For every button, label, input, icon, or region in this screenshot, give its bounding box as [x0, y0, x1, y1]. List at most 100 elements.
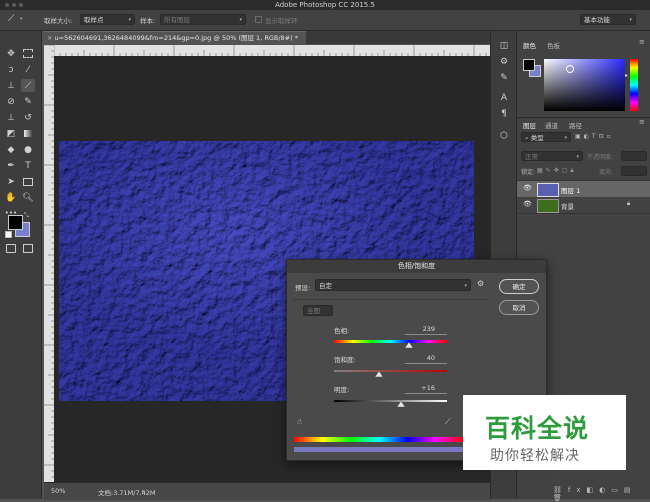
clone-stamp-tool-icon[interactable]: ⊥	[4, 111, 18, 124]
preset-options-gear-icon[interactable]: ⚙	[477, 279, 484, 288]
targeted-adjustment-hand-icon[interactable]: ☝	[297, 417, 302, 426]
lasso-tool-icon[interactable]: ↄ	[4, 63, 18, 76]
layer-thumbnail	[537, 183, 559, 197]
layer-name[interactable]: 背景	[561, 201, 574, 211]
cancel-button[interactable]: 取消	[499, 300, 539, 315]
character-panel-icon[interactable]: A	[497, 91, 511, 104]
tools-panel: ✥ ↄ ⁄ ⊥ ⟋ ⊘ ✎ ⊥ ↺ ◩ ◆ ● ✒ T ➤ ✋ 🔍︎ ••• ⤡	[0, 31, 42, 499]
foreground-color-swatch[interactable]	[8, 215, 23, 230]
swap-colors-icon[interactable]: ⤡	[24, 212, 29, 220]
hue-field-underline	[405, 334, 447, 335]
blend-mode-select[interactable]: 正常 ▾	[521, 151, 583, 161]
gradient-tool-icon[interactable]	[21, 127, 35, 140]
visibility-eye-icon[interactable]: 👁︎	[523, 184, 532, 192]
show-ring-checkbox[interactable]	[255, 16, 262, 23]
crop-tool-icon[interactable]: ⊥	[4, 79, 18, 92]
rectangle-tool-icon[interactable]	[21, 175, 35, 188]
sample-size-select[interactable]: 取样点 ▾	[80, 14, 135, 25]
hue-value[interactable]: 239	[405, 325, 435, 333]
quick-mask-icon[interactable]	[4, 242, 18, 255]
watermark-subtitle: 助你轻松解决	[490, 448, 580, 464]
tab-swatches[interactable]: 色板	[547, 40, 560, 50]
status-bar: 50% 文档:3.71M/7.42M ▸	[44, 482, 490, 500]
tab-channels[interactable]: 通道	[545, 120, 558, 130]
visibility-eye-icon[interactable]: 👁︎	[523, 200, 532, 208]
saturation-slider-track[interactable]	[334, 370, 447, 372]
zoom-tool-icon[interactable]: 🔍︎	[21, 191, 35, 204]
color-picker-cursor[interactable]	[566, 65, 574, 73]
layer-row-1[interactable]: 👁︎ 图层 1	[517, 180, 650, 198]
hue-slider-track[interactable]	[334, 340, 447, 343]
hand-tool-icon[interactable]: ✋	[4, 191, 18, 204]
foreground-color-swatch[interactable]	[523, 59, 535, 71]
eyedropper-tool-icon[interactable]: ⟋	[8, 14, 14, 24]
saturation-slider-thumb[interactable]	[375, 371, 383, 377]
opacity-field[interactable]	[621, 151, 647, 161]
lightness-label: 明度:	[334, 386, 350, 394]
saturation-label: 饱和度:	[334, 356, 356, 364]
healing-brush-tool-icon[interactable]: ⊘	[4, 95, 18, 108]
vertical-ruler[interactable]	[44, 45, 54, 482]
eyedropper-icon[interactable]: ⟋	[445, 417, 451, 427]
eraser-tool-icon[interactable]: ◩	[4, 127, 18, 140]
hue-slider-thumb[interactable]	[405, 342, 413, 348]
dodge-tool-icon[interactable]: ●	[21, 143, 35, 156]
brush-presets-panel-icon[interactable]: ✎	[497, 71, 511, 84]
default-colors-icon[interactable]	[5, 231, 12, 238]
document-tab-title: u=562604691,3626484099&fm=214&gp=0.jpg @…	[54, 34, 298, 42]
screen-mode-icon[interactable]	[21, 242, 35, 255]
workspace-select[interactable]: 基本功能 ▾	[580, 14, 636, 25]
horizontal-ruler[interactable]	[54, 45, 490, 56]
history-brush-tool-icon[interactable]: ↺	[21, 111, 35, 124]
3d-panel-icon[interactable]: ⬡	[497, 129, 511, 142]
zoom-level[interactable]: 50%	[51, 487, 65, 495]
pen-tool-icon[interactable]: ✒	[4, 159, 18, 172]
output-hue-bar	[294, 447, 464, 452]
window-title: Adobe Photoshop CC 2015.5	[275, 1, 375, 9]
hue-slider-handle-icon[interactable]: ▸	[625, 72, 628, 79]
paragraph-panel-icon[interactable]: ¶	[497, 107, 511, 120]
preset-select[interactable]: 自定 ▾	[315, 279, 471, 291]
lock-icons[interactable]: ▦✎✥▢🔒︎	[537, 167, 577, 175]
tab-paths[interactable]: 路径	[569, 120, 582, 130]
eyedropper-tool-icon[interactable]: ⟋	[21, 79, 35, 92]
dialog-title: 色相/饱和度	[287, 260, 546, 273]
watermark-title: 百科全说	[485, 414, 590, 443]
properties-panel-icon[interactable]: ⚙	[497, 55, 511, 68]
layers-menu-icon[interactable]: ≡	[639, 118, 645, 126]
fill-field[interactable]	[621, 166, 647, 176]
hue-slider[interactable]	[630, 59, 638, 111]
history-panel-icon[interactable]: ◫	[497, 39, 511, 52]
blur-tool-icon[interactable]: ◆	[4, 143, 18, 156]
close-tab-icon[interactable]: ×	[44, 34, 52, 42]
layer-name[interactable]: 图层 1	[561, 185, 580, 195]
options-bar: ⟋ ▾ 取样大小: 取样点 ▾ 样本: 所有图层 ▾ 显示取样环 基本功能 ▾	[0, 10, 650, 31]
type-tool-icon[interactable]: T	[21, 159, 35, 172]
sample-select[interactable]: 所有图层 ▾	[160, 14, 246, 25]
panel-menu-icon[interactable]: ≡	[639, 38, 645, 46]
status-arrow-icon[interactable]: ▸	[142, 487, 145, 495]
ok-button[interactable]: 确定	[499, 279, 539, 294]
sample-size-label: 取样大小:	[44, 17, 73, 25]
layer-kind-filter[interactable]: ⌕ 类型 ▾	[521, 132, 571, 142]
lightness-value[interactable]: +16	[405, 384, 435, 392]
sample-label: 样本:	[140, 17, 156, 25]
tool-preset-chevron-icon[interactable]: ▾	[20, 16, 23, 22]
layer-actions[interactable]: ⛓fx◧◐▭▤🗑︎	[553, 486, 650, 502]
brush-tool-icon[interactable]: ✎	[21, 95, 35, 108]
layer-row-background[interactable]: 👁︎ 背景 🔒︎	[517, 197, 650, 214]
layer-filter-icons[interactable]: ▣◐T⊡▫	[575, 133, 614, 140]
saturation-value[interactable]: 40	[405, 354, 435, 362]
path-selection-tool-icon[interactable]: ➤	[4, 175, 18, 188]
title-bar: Adobe Photoshop CC 2015.5	[0, 0, 650, 10]
lightness-slider-thumb[interactable]	[397, 401, 405, 407]
tab-color[interactable]: 颜色	[523, 40, 536, 50]
magic-wand-tool-icon[interactable]: ⁄	[21, 63, 35, 76]
color-field[interactable]	[544, 59, 625, 111]
tab-layers[interactable]: 图层	[523, 120, 536, 130]
move-tool-icon[interactable]: ✥	[4, 47, 18, 60]
marquee-tool-icon[interactable]	[21, 47, 35, 60]
lightness-slider-track[interactable]	[334, 400, 447, 402]
document-tab[interactable]: × u=562604691,3626484099&fm=214&gp=0.jpg…	[44, 31, 306, 45]
channel-select[interactable]: 全图	[303, 305, 333, 316]
